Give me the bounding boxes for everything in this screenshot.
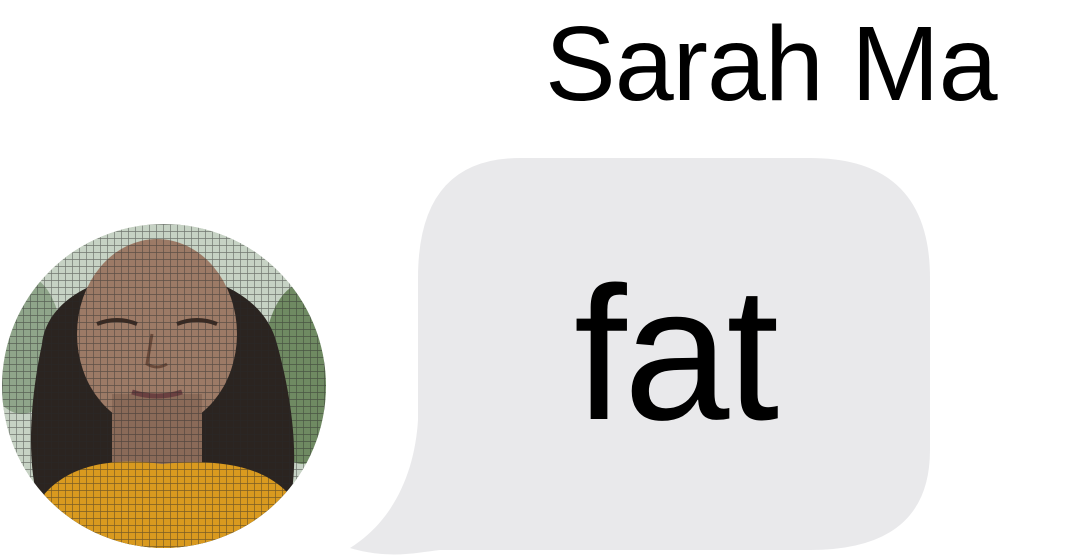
sender-avatar[interactable] bbox=[2, 224, 326, 548]
sender-name: Sarah Ma bbox=[545, 5, 998, 123]
avatar-photo bbox=[2, 224, 326, 548]
message-text: fat bbox=[573, 248, 779, 460]
message-bubble[interactable]: fat bbox=[340, 150, 940, 560]
